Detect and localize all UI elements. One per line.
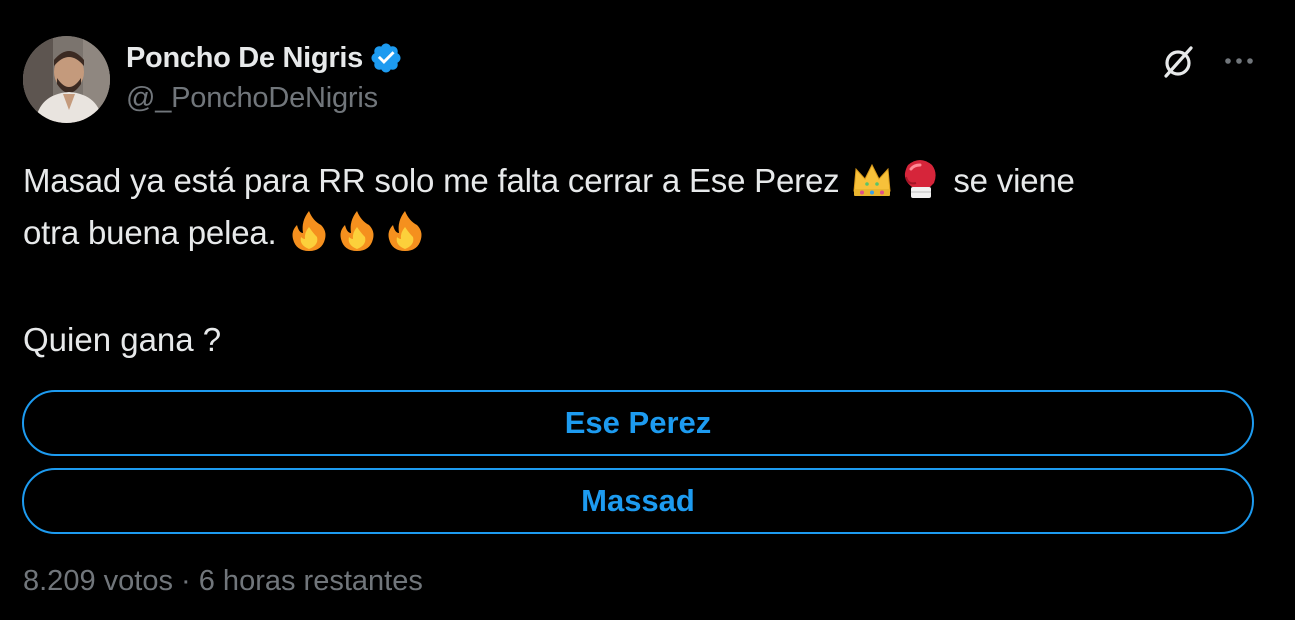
poll-question: Quien gana ?	[23, 321, 222, 358]
poll-option-ese-perez[interactable]: Ese Perez	[22, 390, 1254, 456]
fire-emoji-icon	[287, 209, 331, 253]
poll-vote-count: 8.209 votos	[23, 565, 173, 597]
poll-separator: ·	[181, 565, 191, 597]
author-name[interactable]: Poncho De Nigris	[126, 42, 363, 75]
tweet-text: Masad ya está para RR solo me falta cerr…	[23, 155, 1263, 259]
avatar[interactable]	[23, 36, 110, 123]
fire-emoji-icon	[383, 209, 427, 253]
tweet-line-2: otra buena pelea.	[23, 207, 1263, 259]
tweet-line-1: Masad ya está para RR solo me falta cerr…	[23, 155, 1263, 207]
author-handle[interactable]: @_PonchoDeNigris	[126, 82, 378, 115]
tweet-text-segment-2: se viene	[953, 162, 1075, 199]
boxing-glove-emoji-icon	[898, 157, 942, 201]
poll-option-label: Ese Perez	[564, 405, 712, 440]
author-name-row: Poncho De Nigris	[126, 38, 403, 78]
fire-emoji-icon	[335, 209, 379, 253]
poll-option-label: Massad	[581, 483, 695, 518]
tweet-text-segment-1: Masad ya está para RR solo me falta cerr…	[23, 162, 840, 199]
poll-meta: 8.209 votos · 6 horas restantes	[23, 565, 423, 598]
verified-badge-icon[interactable]	[369, 41, 403, 75]
tweet-text-segment-3: otra buena pelea.	[23, 214, 277, 251]
more-icon[interactable]	[1219, 42, 1259, 82]
grok-icon[interactable]	[1158, 42, 1198, 82]
crown-emoji-icon	[850, 157, 894, 201]
poll-option-massad[interactable]: Massad	[22, 468, 1254, 534]
poll-time-left: 6 horas restantes	[198, 565, 423, 597]
